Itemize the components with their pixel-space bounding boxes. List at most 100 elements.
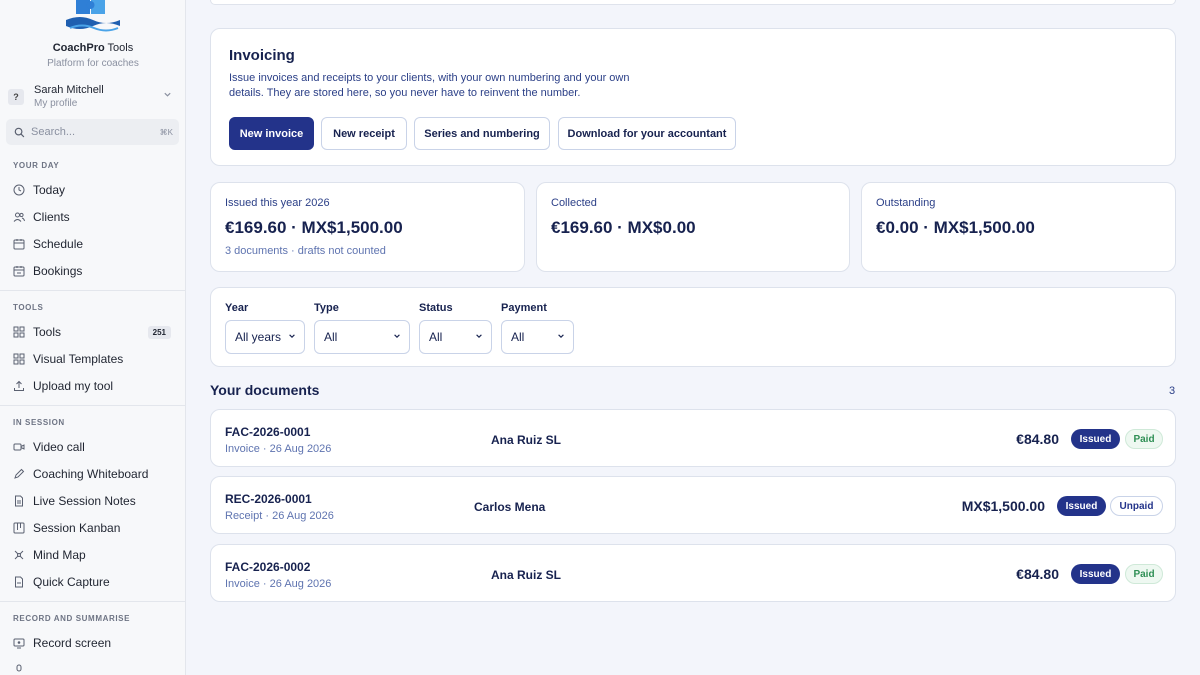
filters-panel: Year All years Type All Status All Payme… [210,287,1176,367]
year-filter-label: Year [225,302,249,314]
sidebar-item-label: Clients [33,210,70,224]
type-filter-select[interactable]: All [314,320,410,354]
series-numbering-button[interactable]: Series and numbering [414,117,550,150]
avatar: ? [8,89,24,105]
document-meta: Invoice · 26 Aug 2026 [225,443,332,455]
chevron-down-icon [164,92,171,97]
document-amount: €84.80 [1016,431,1059,447]
invoicing-description: Issue invoices and receipts to your clie… [229,72,630,99]
status-filter-value: All [429,330,443,344]
sidebar-item-whiteboard[interactable]: Coaching Whiteboard [13,464,173,484]
monitor-icon [13,638,25,649]
grid-icon [13,326,25,338]
stat-value: €169.60 · MX$1,500.00 [225,218,403,237]
table-row[interactable]: REC-2026-0001 Receipt · 26 Aug 2026 Carl… [210,476,1176,534]
new-invoice-button[interactable]: New invoice [229,117,314,150]
top-bar [210,0,1176,5]
sidebar-item-tools[interactable]: Tools 251 [13,322,173,342]
upload-icon [14,380,24,391]
download-accountant-button[interactable]: Download for your accountant [558,117,736,150]
file-icon [15,576,23,588]
microphone-icon [16,664,22,672]
sidebar-divider [0,601,185,602]
kanban-icon [13,522,25,534]
sidebar-item-upload[interactable]: Upload my tool [13,376,173,396]
sidebar-item-label: Upload my tool [33,379,114,393]
layout-icon [13,353,25,365]
stat-card-collected: Collected €169.60 · MX$0.00 [536,182,850,272]
document-client: Ana Ruiz SL [491,568,562,582]
pen-icon [14,468,25,479]
page-title: Invoicing [229,47,295,64]
status-filter-select[interactable]: All [419,320,492,354]
sidebar-item-video-call[interactable]: Video call [13,437,173,457]
document-meta: Invoice · 26 Aug 2026 [225,578,332,590]
year-filter-select[interactable]: All years [225,320,305,354]
sidebar-item-notes[interactable]: Live Session Notes [13,491,173,511]
sidebar-item-partial[interactable] [13,660,173,675]
invoicing-panel: Invoicing Issue invoices and receipts to… [210,28,1176,166]
clock-icon [13,184,25,196]
stat-value: €0.00 · MX$1,500.00 [876,218,1035,237]
year-filter-value: All years [235,330,282,344]
sidebar-item-clients[interactable]: Clients [13,207,173,227]
payment-filter-label: Payment [501,302,547,314]
profile-sub: My profile [34,98,78,109]
video-icon [13,443,25,451]
stat-label: Collected [551,197,597,209]
mindmap-icon [14,550,24,560]
sidebar-item-visual-templates[interactable]: Visual Templates [13,349,173,369]
coachpro-logo [66,0,120,32]
sidebar-item-capture[interactable]: Quick Capture [13,572,173,592]
sidebar-item-label: Visual Templates [33,352,124,366]
sidebar-item-label: Mind Map [33,548,86,562]
section-in-session: IN SESSION [13,418,65,427]
status-badge: Issued [1057,496,1106,516]
document-amount: MX$1,500.00 [961,498,1045,514]
brand-subtitle: Platform for coaches [47,58,139,69]
document-amount: €84.80 [1016,566,1059,582]
sidebar-item-record-screen[interactable]: Record screen [13,633,173,653]
stat-note: 3 documents · drafts not counted [225,245,386,257]
profile-name: Sarah Mitchell My profile [34,84,104,109]
documents-title: Your documents [210,382,320,398]
sidebar-item-kanban[interactable]: Session Kanban [13,518,173,538]
sidebar-item-label: Live Session Notes [33,494,136,508]
stat-label: Issued this year 2026 [225,197,330,209]
sidebar-item-label: Bookings [33,264,83,278]
type-filter-label: Type [314,302,339,314]
sidebar-item-label: Tools [33,325,62,339]
sidebar-item-today[interactable]: Today [13,180,173,200]
chevron-down-icon [394,334,400,338]
new-receipt-button[interactable]: New receipt [321,117,407,150]
table-row[interactable]: FAC-2026-0002 Invoice · 26 Aug 2026 Ana … [210,544,1176,602]
sidebar-divider [0,290,185,291]
stat-label: Outstanding [876,197,936,209]
section-record: RECORD AND SUMMARISE [13,614,131,623]
sidebar-item-label: Video call [33,440,85,454]
sidebar-item-mindmap[interactable]: Mind Map [13,545,173,565]
payment-filter-select[interactable]: All [501,320,574,354]
document-number: REC-2026-0001 [225,492,312,506]
search-input[interactable]: Search... ⌘K [6,119,179,145]
chevron-down-icon [289,334,295,338]
sidebar-item-bookings[interactable]: Bookings [13,261,173,281]
table-row[interactable]: FAC-2026-0001 Invoice · 26 Aug 2026 Ana … [210,409,1176,467]
calendar-icon [13,239,25,250]
sidebar-item-schedule[interactable]: Schedule [13,234,173,254]
document-client: Carlos Mena [474,500,546,514]
chevron-down-icon [476,334,482,338]
users-icon [13,212,25,222]
status-badge: Issued [1071,429,1120,449]
stat-card-issued: Issued this year 2026 €169.60 · MX$1,500… [210,182,525,272]
payment-badge: Paid [1125,564,1163,584]
sidebar-divider [0,405,185,406]
payment-badge: Paid [1125,429,1163,449]
section-your-day: YOUR DAY [13,161,60,170]
search-shortcut: ⌘K [159,127,173,137]
search-placeholder: Search... [31,126,76,138]
search-icon [14,127,25,137]
sidebar-item-label: Today [33,183,66,197]
sidebar-item-label: Record screen [33,636,112,650]
profile-menu[interactable]: ? Sarah Mitchell My profile [8,82,178,112]
